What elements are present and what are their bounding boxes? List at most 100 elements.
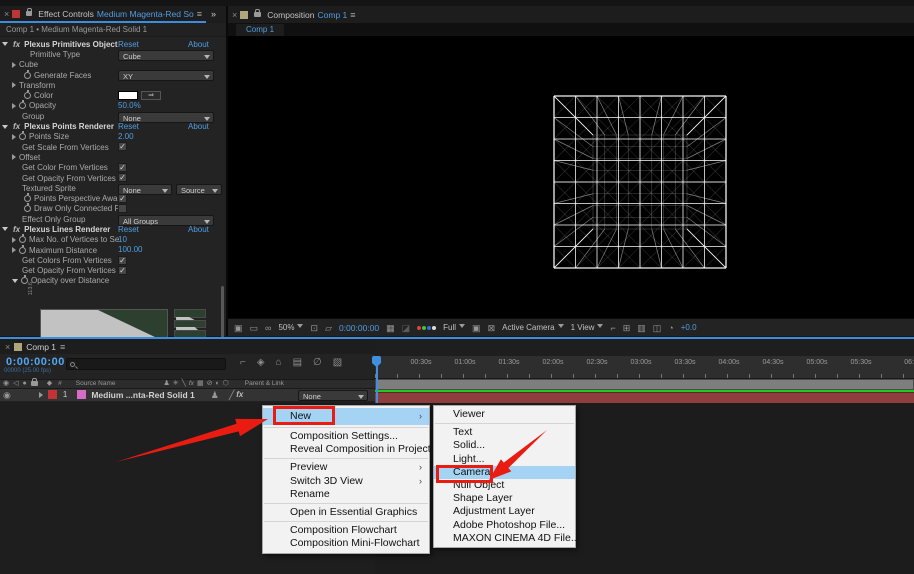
layer-duration-bar[interactable]	[375, 392, 914, 403]
expand-triangle-icon[interactable]	[12, 62, 16, 68]
submenu-item-viewer[interactable]: Viewer	[434, 408, 575, 421]
frame-blend-icon[interactable]: ▤	[293, 358, 302, 368]
timeline-tab[interactable]: Comp 1	[26, 342, 56, 352]
maximum-distance-value[interactable]: 100.00	[118, 245, 142, 254]
source-name-column[interactable]: Source Name	[76, 380, 116, 387]
layer-row[interactable]: ◉ 1 Medium ...nta-Red Solid 1 ♟ ╱ fx ◎ N…	[0, 389, 375, 403]
submenu-item-adjustment-layer[interactable]: Adjustment Layer	[434, 505, 575, 518]
expand-triangle-icon[interactable]	[12, 154, 16, 160]
work-area-bar[interactable]	[375, 379, 914, 390]
menu-item-preview[interactable]: Preview ›	[263, 461, 429, 474]
layer-shy-icon[interactable]: ♟	[211, 390, 219, 400]
overflow-chevrons-icon[interactable]: »	[211, 9, 216, 19]
collapse-triangle-icon[interactable]	[2, 125, 8, 129]
expand-triangle-icon[interactable]	[12, 134, 16, 140]
lock-icon[interactable]	[26, 11, 32, 16]
reset-link[interactable]: Reset	[118, 122, 139, 131]
close-icon[interactable]: ×	[4, 9, 9, 19]
points-perspective-checkbox[interactable]: ✓	[118, 194, 127, 203]
number-column[interactable]: #	[58, 380, 62, 387]
stopwatch-icon[interactable]	[24, 72, 31, 79]
parent-link-column[interactable]: Parent & Link	[245, 380, 284, 387]
about-link[interactable]: About	[188, 225, 209, 234]
stopwatch-icon[interactable]	[24, 92, 31, 99]
snapshot-camera-icon[interactable]: ▦	[386, 323, 395, 333]
composition-header[interactable]: × Composition Comp 1 ≡	[228, 6, 914, 23]
menu-item-composition-flowchart[interactable]: Composition Flowchart	[263, 524, 429, 537]
collapse-triangle-icon[interactable]	[2, 227, 8, 231]
panel-menu-icon[interactable]: ≡	[350, 10, 355, 20]
effect-section-plexus-primitives[interactable]: fx Plexus Primitives Object Reset About	[0, 39, 222, 49]
comp-tab[interactable]: Comp 1	[236, 24, 284, 36]
stopwatch-icon[interactable]	[21, 277, 28, 284]
channels-dropdown[interactable]: Full	[443, 323, 465, 332]
lock-icon[interactable]	[254, 12, 261, 17]
collapse-triangle-icon[interactable]	[12, 279, 18, 283]
layer-visibility-icon[interactable]: ◉	[3, 390, 11, 400]
resolution-icon[interactable]: ▣	[472, 323, 481, 333]
graph-editor-icon[interactable]: ▧	[333, 358, 342, 368]
magnification-dropdown[interactable]: 50%	[278, 323, 303, 332]
show-snapshot-icon[interactable]: ◪	[402, 323, 411, 333]
opacity-value[interactable]: 50.0%	[118, 101, 141, 110]
layer-name[interactable]: Medium ...nta-Red Solid 1	[91, 390, 194, 400]
fx-badge-icon[interactable]: fx	[13, 122, 20, 131]
channel-dots-icon[interactable]	[417, 326, 436, 330]
flowchart-icon[interactable]: ◫	[653, 323, 662, 333]
layer-fx-icon[interactable]: fx	[236, 390, 243, 399]
menu-item-reveal-composition[interactable]: Reveal Composition in Project	[263, 443, 429, 456]
layers-icon[interactable]: ▣	[234, 323, 243, 333]
layer-expand-icon[interactable]	[39, 392, 43, 398]
menu-item-switch-3d-view[interactable]: Switch 3D View ›	[263, 475, 429, 488]
timeline-graph-icon[interactable]: ▥	[637, 323, 646, 333]
shy-switch-icon[interactable]: ♟	[164, 379, 170, 389]
submenu-item-shape-layer[interactable]: Shape Layer	[434, 492, 575, 505]
stopwatch-icon[interactable]	[24, 195, 31, 202]
get-opacity2-checkbox[interactable]: ✓	[118, 266, 127, 275]
points-size-value[interactable]: 2.00	[118, 132, 134, 141]
draft-3d-icon[interactable]: ◈	[257, 358, 265, 368]
submenu-item-cinema4d-file[interactable]: MAXON CINEMA 4D File...	[434, 532, 575, 545]
hide-shy-icon[interactable]: ⌂	[276, 358, 282, 368]
reset-link[interactable]: Reset	[118, 225, 139, 234]
stopwatch-icon[interactable]	[19, 236, 26, 243]
reset-link[interactable]: Reset	[118, 40, 139, 49]
get-colors-checkbox[interactable]: ✓	[118, 256, 127, 265]
panel-menu-icon[interactable]: ≡	[197, 9, 202, 19]
motion-blur-icon[interactable]: ∅	[313, 358, 322, 368]
menu-item-rename[interactable]: Rename	[263, 488, 429, 501]
mini-flowchart-icon[interactable]: ⌐	[240, 358, 246, 368]
about-link[interactable]: About	[188, 122, 209, 131]
property-group-row[interactable]: Offset	[0, 152, 222, 162]
submenu-item-photoshop-file[interactable]: Adobe Photoshop File...	[434, 519, 575, 532]
max-vertices-value[interactable]: 10	[118, 235, 127, 244]
composition-viewer[interactable]	[228, 36, 914, 318]
fx-badge-icon[interactable]: fx	[13, 40, 20, 49]
quality-switch-icon[interactable]: ╲	[182, 379, 186, 389]
transparency-grid-icon[interactable]: ▱	[325, 323, 332, 333]
menu-item-composition-mini-flowchart[interactable]: Composition Mini-Flowchart	[263, 537, 429, 550]
scrollbar[interactable]	[221, 286, 224, 338]
expand-triangle-icon[interactable]	[12, 103, 16, 109]
property-group-row[interactable]: Cube	[0, 60, 222, 70]
timeline-search-field[interactable]	[66, 358, 226, 370]
submenu-item-light[interactable]: Light...	[434, 453, 575, 466]
collapse-triangle-icon[interactable]	[2, 42, 8, 46]
eyedropper-icon[interactable]: ⇒	[141, 91, 161, 100]
pixel-aspect-icon[interactable]: ⊞	[623, 323, 631, 333]
region-icon[interactable]: ⊠	[488, 323, 496, 333]
menu-item-open-essential-graphics[interactable]: Open in Essential Graphics	[263, 506, 429, 519]
submenu-item-text[interactable]: Text	[434, 426, 575, 439]
lock-column-icon[interactable]	[31, 381, 38, 386]
effect-section-plexus-points[interactable]: fx Plexus Points Renderer Reset About	[0, 121, 222, 131]
stopwatch-icon[interactable]	[19, 247, 26, 254]
property-group-row[interactable]: Transform	[0, 80, 222, 90]
solid-color-swatch[interactable]	[77, 390, 86, 399]
collapse-switch-icon[interactable]: ✳	[173, 379, 179, 389]
effects-switch-icon[interactable]: ◐	[215, 379, 219, 389]
fx-badge-icon[interactable]: fx	[13, 225, 20, 234]
effect-controls-tab[interactable]: × Effect Controls Medium Magenta-Red Sol…	[0, 6, 206, 23]
roi-icon[interactable]: ⊡	[310, 323, 318, 333]
get-color-checkbox[interactable]: ✓	[118, 163, 127, 172]
viewer-timecode[interactable]: 0:00:00:00	[339, 323, 379, 333]
